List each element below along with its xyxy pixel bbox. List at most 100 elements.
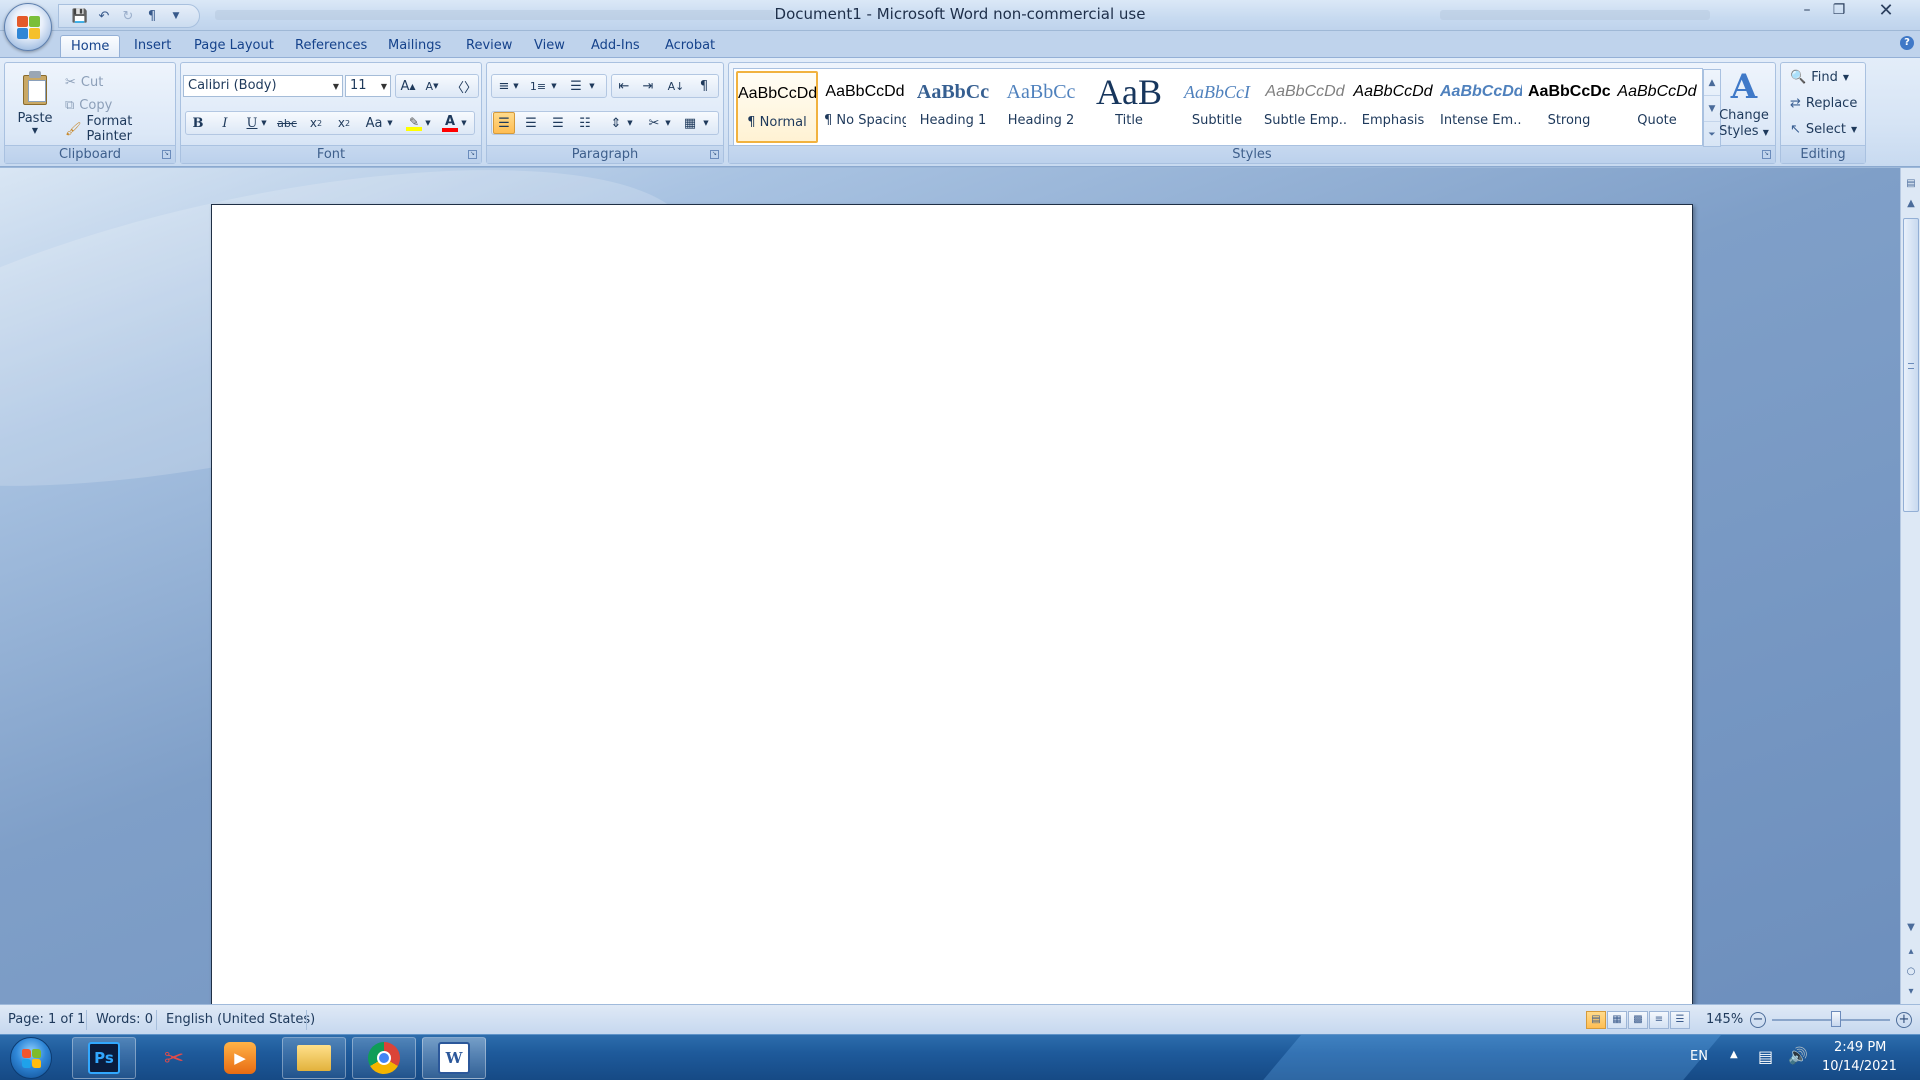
bold-button[interactable]: B xyxy=(187,112,209,134)
highlight-dropdown-icon[interactable]: ▼ xyxy=(423,112,433,134)
format-painter-button[interactable]: 🖌 Format Painter xyxy=(65,114,175,144)
document-page[interactable] xyxy=(211,204,1693,1004)
font-color-button[interactable]: A xyxy=(439,112,461,134)
zoom-in-icon[interactable]: + xyxy=(1896,1012,1912,1028)
taskbar-word[interactable]: W xyxy=(422,1037,486,1079)
tab-view[interactable]: View xyxy=(524,35,575,57)
style-normal[interactable]: AaBbCcDd ¶ Normal xyxy=(736,71,818,143)
tab-references[interactable]: References xyxy=(285,35,377,57)
outline-view-icon[interactable]: ≡ xyxy=(1649,1011,1669,1029)
change-case-dropdown-icon[interactable]: ▼ xyxy=(385,112,395,134)
clock-date[interactable]: 10/14/2021 xyxy=(1822,1059,1897,1074)
style-subtle-emphasis[interactable]: AaBbCcDd Subtle Emp... xyxy=(1264,71,1346,143)
page-count[interactable]: Page: 1 of 1 xyxy=(8,1012,85,1027)
multilevel-list-icon[interactable]: ☰ xyxy=(565,75,587,97)
tab-add-ins[interactable]: Add-Ins xyxy=(581,35,650,57)
replace-button[interactable]: ⇄ Replace xyxy=(1790,93,1857,113)
copy-button[interactable]: ⧉ Copy xyxy=(65,95,112,115)
multilevel-dropdown-icon[interactable]: ▼ xyxy=(587,75,597,97)
clear-formatting-icon[interactable]: 〈〉 xyxy=(451,75,477,97)
select-dropdown-icon[interactable]: ▼ xyxy=(1851,125,1857,134)
next-page-icon[interactable]: ▾ xyxy=(1903,984,1919,1000)
clipboard-launcher-icon[interactable]: ↘ xyxy=(162,150,171,159)
taskbar-chrome[interactable] xyxy=(352,1037,416,1079)
taskbar-file-explorer[interactable] xyxy=(282,1037,346,1079)
align-right-icon[interactable]: ☰ xyxy=(547,112,569,134)
font-launcher-icon[interactable]: ↘ xyxy=(468,150,477,159)
font-family-combo[interactable]: Calibri (Body) ▼ xyxy=(183,75,343,97)
paste-dropdown-icon[interactable]: ▼ xyxy=(13,126,57,135)
find-button[interactable]: 🔍 Find ▼ xyxy=(1790,67,1849,87)
print-layout-view-icon[interactable]: ▤ xyxy=(1586,1011,1606,1029)
style-heading-1[interactable]: AaBbCc Heading 1 xyxy=(912,71,994,143)
grow-font-icon[interactable]: A ▲ xyxy=(397,75,419,97)
tab-review[interactable]: Review xyxy=(456,35,522,57)
font-size-dropdown-icon[interactable]: ▼ xyxy=(381,82,387,91)
justify-icon[interactable]: ☷ xyxy=(574,112,596,134)
paragraph-launcher-icon[interactable]: ↘ xyxy=(710,150,719,159)
tab-home[interactable]: Home xyxy=(60,35,121,57)
minimize-button[interactable]: – xyxy=(1794,0,1820,20)
help-icon[interactable]: ? xyxy=(1900,36,1914,50)
subscript-button[interactable]: x2 xyxy=(305,112,327,134)
language-indicator[interactable]: English (United States) xyxy=(166,1012,315,1027)
paste-button[interactable]: Paste ▼ xyxy=(13,69,57,143)
ruler-toggle-icon[interactable]: ▤ xyxy=(1903,176,1919,192)
network-icon[interactable]: ▤ xyxy=(1758,1047,1773,1066)
vertical-scrollbar[interactable]: ▤ ▲ ▼ ▴ ○ ▾ xyxy=(1900,168,1920,1004)
underline-dropdown-icon[interactable]: ▼ xyxy=(259,112,269,134)
scroll-down-icon[interactable]: ▼ xyxy=(1903,920,1919,936)
shading-dropdown-icon[interactable]: ▼ xyxy=(663,112,673,134)
maximize-button[interactable]: ❐ xyxy=(1826,0,1852,20)
tab-mailings[interactable]: Mailings xyxy=(378,35,451,57)
cut-button[interactable]: ✂ Cut xyxy=(65,72,103,92)
select-button[interactable]: ↖ Select ▼ xyxy=(1790,119,1857,139)
style-title[interactable]: AaB Title xyxy=(1088,71,1170,143)
office-button[interactable] xyxy=(4,3,52,51)
tray-expand-icon[interactable]: ▲ xyxy=(1730,1049,1738,1060)
italic-button[interactable]: I xyxy=(214,112,236,134)
full-screen-reading-view-icon[interactable]: ▦ xyxy=(1607,1011,1627,1029)
web-layout-view-icon[interactable]: ▩ xyxy=(1628,1011,1648,1029)
zoom-slider-thumb[interactable] xyxy=(1831,1011,1841,1027)
font-size-combo[interactable]: 11 ▼ xyxy=(345,75,391,97)
word-count[interactable]: Words: 0 xyxy=(96,1012,153,1027)
draft-view-icon[interactable]: ☰ xyxy=(1670,1011,1690,1029)
style-heading-2[interactable]: AaBbCc Heading 2 xyxy=(1000,71,1082,143)
scroll-thumb[interactable] xyxy=(1903,218,1919,512)
shading-icon[interactable]: ✂ xyxy=(643,112,665,134)
style-intense-emphasis[interactable]: AaBbCcDd Intense Em... xyxy=(1440,71,1522,143)
tab-insert[interactable]: Insert xyxy=(124,35,181,57)
find-dropdown-icon[interactable]: ▼ xyxy=(1843,73,1849,82)
bullets-dropdown-icon[interactable]: ▼ xyxy=(511,75,521,97)
style-strong[interactable]: AaBbCcDc Strong xyxy=(1528,71,1610,143)
font-family-dropdown-icon[interactable]: ▼ xyxy=(333,82,339,91)
strikethrough-button[interactable]: abc xyxy=(273,112,301,134)
change-styles-button[interactable]: A Change Styles ▼ xyxy=(1714,66,1774,146)
superscript-button[interactable]: x2 xyxy=(333,112,355,134)
clock-time[interactable]: 2:49 PM xyxy=(1834,1040,1886,1055)
start-button[interactable] xyxy=(10,1037,52,1079)
styles-launcher-icon[interactable]: ↘ xyxy=(1762,150,1771,159)
browse-object-icon[interactable]: ○ xyxy=(1903,964,1919,980)
increase-indent-icon[interactable]: ⇥ xyxy=(637,75,659,97)
change-case-button[interactable]: Aa xyxy=(361,112,387,134)
show-marks-button[interactable]: ¶ xyxy=(693,75,715,97)
line-spacing-dropdown-icon[interactable]: ▼ xyxy=(625,112,635,134)
sort-icon[interactable]: A↓ xyxy=(665,75,687,97)
align-center-icon[interactable]: ☰ xyxy=(520,112,542,134)
numbering-dropdown-icon[interactable]: ▼ xyxy=(549,75,559,97)
tab-page-layout[interactable]: Page Layout xyxy=(184,35,284,57)
taskbar-photoshop[interactable]: Ps xyxy=(72,1037,136,1079)
style-no-spacing[interactable]: AaBbCcDd ¶ No Spacing xyxy=(824,71,906,143)
tab-acrobat[interactable]: Acrobat xyxy=(655,35,725,57)
volume-icon[interactable]: 🔊 xyxy=(1788,1046,1808,1065)
close-button[interactable]: ✕ xyxy=(1868,0,1904,21)
align-left-icon[interactable]: ☰ xyxy=(493,112,515,134)
numbering-icon[interactable]: 1≡ xyxy=(527,75,549,97)
zoom-level[interactable]: 145% xyxy=(1706,1012,1743,1027)
taskbar-media-player[interactable]: ▶ xyxy=(208,1037,272,1079)
shrink-font-icon[interactable]: A ▼ xyxy=(421,75,443,97)
borders-icon[interactable]: ▦ xyxy=(679,112,701,134)
style-subtitle[interactable]: AaBbCcI Subtitle xyxy=(1176,71,1258,143)
